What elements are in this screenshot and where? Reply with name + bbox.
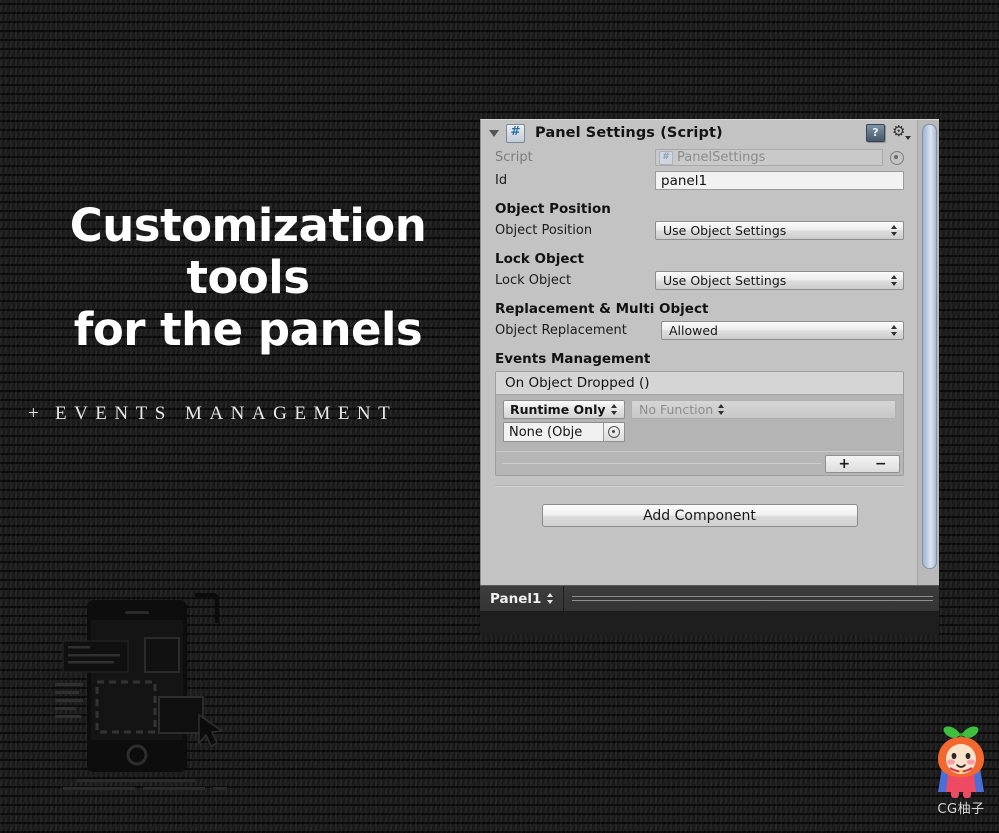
section-heading-replacement: Replacement & Multi Object xyxy=(495,301,709,317)
footer-empty-area xyxy=(480,612,939,635)
section-heading-lock-object: Lock Object xyxy=(495,251,584,267)
divider xyxy=(495,485,904,487)
add-listener-button[interactable]: + xyxy=(838,457,850,471)
vertical-scrollbar[interactable] xyxy=(917,120,939,634)
headline-line-1: Customization tools xyxy=(69,199,427,305)
object-position-dropdown[interactable]: Use Object Settings xyxy=(655,221,904,240)
script-value: PanelSettings xyxy=(677,150,766,165)
headline-line-2: for the panels xyxy=(73,303,423,357)
component-header-actions xyxy=(866,124,912,142)
chevron-updown-icon xyxy=(717,403,726,416)
subtitle-text: EVENTS MANAGEMENT xyxy=(54,402,398,424)
subtitle-plus: + xyxy=(28,402,43,424)
scrollbar-thumb[interactable] xyxy=(922,124,937,569)
chevron-updown-icon xyxy=(546,592,555,605)
watermark-logo: CG柚子 xyxy=(928,722,994,822)
object-picker-icon[interactable] xyxy=(890,150,904,165)
unity-inspector-panel: Panel Settings (Script) Script PanelSett… xyxy=(480,119,939,634)
watermark-caption: CG柚子 xyxy=(937,802,985,817)
promo-text-block: Customization tools for the panels + EVE… xyxy=(28,199,468,425)
event-function-dropdown[interactable]: No Function xyxy=(631,400,896,419)
lock-object-dropdown[interactable]: Use Object Settings xyxy=(655,271,904,290)
event-add-remove-buttons[interactable]: + − xyxy=(825,454,900,473)
property-row-script: Script PanelSettings xyxy=(495,146,904,169)
object-picker-icon[interactable] xyxy=(603,423,624,441)
event-mode-dropdown[interactable]: Runtime Only xyxy=(503,400,625,419)
pomelo-mascot-icon xyxy=(938,726,984,798)
id-input[interactable]: panel1 xyxy=(655,171,904,190)
breadcrumb-label: Panel1 xyxy=(490,590,542,607)
promo-subtitle: + EVENTS MANAGEMENT xyxy=(28,403,468,425)
gear-icon[interactable] xyxy=(892,124,911,141)
event-target-value: None (Obje xyxy=(509,424,583,440)
phone-drag-drop-illustration xyxy=(55,575,270,800)
page-title: Customization tools for the panels xyxy=(28,199,468,357)
object-replacement-label: Object Replacement xyxy=(495,323,627,338)
property-row-lock-object: Lock Object Use Object Settings xyxy=(495,269,904,292)
object-replacement-value: Allowed xyxy=(669,323,718,338)
add-component-area: Add Component xyxy=(495,504,904,527)
chevron-updown-icon xyxy=(890,274,899,287)
csharp-mini-icon xyxy=(659,150,673,165)
chevron-updown-icon xyxy=(890,224,899,237)
event-function-value: No Function xyxy=(639,402,714,417)
event-listener-row-bottom: None (Obje xyxy=(503,422,896,442)
lock-object-value: Use Object Settings xyxy=(663,273,787,288)
section-heading-events: Events Management xyxy=(495,351,651,367)
breadcrumb-bar: Panel1 xyxy=(480,586,939,612)
event-listener-row-top: Runtime Only No Function xyxy=(503,400,896,419)
chevron-updown-icon xyxy=(610,403,619,416)
event-list-footer: + − xyxy=(496,451,903,475)
chevron-updown-icon xyxy=(890,324,899,337)
section-heading-object-position: Object Position xyxy=(495,201,611,217)
add-component-button[interactable]: Add Component xyxy=(541,504,858,527)
lock-object-label: Lock Object xyxy=(495,273,572,288)
help-book-icon[interactable] xyxy=(866,124,885,142)
id-label: Id xyxy=(495,173,508,188)
object-position-label: Object Position xyxy=(495,223,593,238)
property-row-object-position: Object Position Use Object Settings xyxy=(495,219,904,242)
property-row-object-replacement: Object Replacement Allowed xyxy=(495,319,904,342)
unity-event-list: On Object Dropped () Runtime Only No Fun… xyxy=(495,371,904,476)
object-position-value: Use Object Settings xyxy=(663,223,787,238)
script-object-field[interactable]: PanelSettings xyxy=(655,149,883,166)
inspector-footer-bar: Panel1 xyxy=(480,585,939,635)
inspector-properties: Script PanelSettings Id panel1 Object Po… xyxy=(481,146,918,527)
event-title: On Object Dropped () xyxy=(496,372,903,395)
event-mode-value: Runtime Only xyxy=(510,402,606,417)
divider xyxy=(502,463,821,464)
object-replacement-dropdown[interactable]: Allowed xyxy=(661,321,904,340)
breadcrumb-trailing-lines xyxy=(564,593,939,604)
event-listener-entry: Runtime Only No Function None (Obje xyxy=(496,395,903,451)
csharp-script-icon xyxy=(506,123,525,143)
breadcrumb-panel1[interactable]: Panel1 xyxy=(480,586,565,611)
remove-listener-button[interactable]: − xyxy=(875,457,887,471)
foldout-open-icon[interactable] xyxy=(489,129,499,137)
event-target-object-field[interactable]: None (Obje xyxy=(503,422,625,442)
inspector-scroll-content: Panel Settings (Script) Script PanelSett… xyxy=(481,120,918,634)
property-row-id: Id panel1 xyxy=(495,169,904,192)
component-title: Panel Settings (Script) xyxy=(535,125,723,141)
script-label: Script xyxy=(495,150,533,165)
component-header[interactable]: Panel Settings (Script) xyxy=(481,120,918,146)
